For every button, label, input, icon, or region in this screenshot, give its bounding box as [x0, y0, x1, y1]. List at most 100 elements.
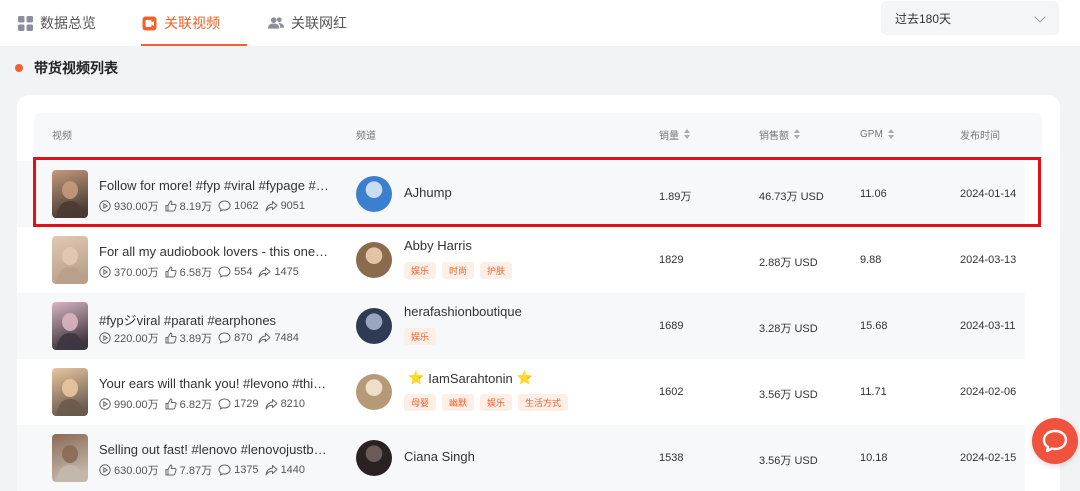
section-title-text: 带货视频列表 [34, 60, 118, 76]
tab-label: 关联网红 [291, 15, 347, 31]
video-thumbnail[interactable] [52, 236, 88, 284]
chat-icon [1042, 429, 1068, 453]
comments-stat: 1729 [218, 398, 259, 410]
sales-value: 1829 [659, 254, 684, 266]
likes-stat: 3.89万 [165, 330, 212, 346]
channel-name-text: Ciana Singh [404, 449, 475, 464]
selected-row-highlight [33, 157, 1041, 227]
table-row[interactable]: Your ears will thank you! #levono #thi… … [17, 359, 1025, 425]
category-tag: 时尚 [442, 262, 475, 279]
shares-count: 1475 [274, 266, 299, 278]
channel-name[interactable]: Abby Harris [404, 238, 472, 253]
video-title[interactable]: Selling out fast! #lenovo #lenovojustb… [99, 442, 334, 457]
likes-stat: 7.87万 [165, 462, 212, 478]
views-stat: 370.00万 [99, 264, 159, 280]
likes-count: 6.82万 [179, 399, 213, 411]
channel-tags: 娱乐 时尚 护肤 [404, 262, 518, 279]
star-icon: ⭐ [408, 370, 425, 385]
views-stat: 630.00万 [99, 462, 159, 478]
star-icon: ⭐ [516, 370, 533, 385]
comment-icon [218, 464, 231, 476]
shares-count: 7484 [274, 332, 299, 344]
table-row[interactable]: Selling out fast! #lenovo #lenovojustb… … [17, 425, 1025, 491]
period-select-value: 过去180天 [895, 11, 952, 26]
category-tag: 幽默 [442, 394, 475, 411]
video-stats: 220.00万 3.89万 870 7484 [99, 330, 305, 346]
views-count: 630.00万 [114, 465, 159, 477]
play-icon [99, 464, 111, 476]
period-select[interactable]: 过去180天 [881, 1, 1059, 35]
play-icon [99, 332, 111, 344]
date-value: 2024-03-13 [960, 254, 1017, 266]
video-title[interactable]: For all my audiobook lovers - this ones… [99, 244, 334, 259]
video-thumbnail[interactable] [52, 434, 88, 482]
table-row[interactable]: #fypジviral #parati #earphones 220.00万 3.… [17, 293, 1025, 359]
views-count: 220.00万 [114, 333, 159, 345]
shares-stat: 1440 [265, 464, 305, 476]
video-stats: 370.00万 6.58万 554 1475 [99, 264, 305, 280]
channel-avatar[interactable] [356, 242, 392, 278]
share-icon [258, 333, 271, 344]
tab-data-overview[interactable]: 数据总览 [17, 0, 96, 46]
section-title: 带货视频列表 [15, 58, 118, 78]
channel-avatar[interactable] [356, 440, 392, 476]
header-gpm-label: GPM [860, 128, 883, 140]
date-value: 2024-03-11 [960, 320, 1016, 332]
channel-name-text: Abby Harris [404, 238, 472, 253]
channel-name[interactable]: herafashionboutique [404, 304, 522, 319]
category-tag: 护肤 [480, 262, 513, 279]
channel-avatar[interactable] [356, 374, 392, 410]
likes-stat: 6.82万 [165, 396, 212, 412]
comments-stat: 870 [218, 332, 252, 344]
share-icon [258, 267, 271, 278]
comments-stat: 554 [218, 266, 252, 278]
tab-label: 关联视频 [164, 15, 220, 31]
channel-name[interactable]: ⭐ IamSarahtonin ⭐ [404, 370, 537, 386]
header-channel-label: 频道 [356, 130, 376, 142]
video-thumbnail[interactable] [52, 302, 88, 350]
video-icon [141, 15, 157, 31]
header-revenue-label: 销售额 [759, 130, 789, 142]
header-revenue[interactable]: 销售额 [759, 113, 800, 155]
video-stats: 990.00万 6.82万 1729 8210 [99, 396, 311, 412]
revenue-value: 3.56万 USD [759, 389, 818, 401]
channel-avatar[interactable] [356, 308, 392, 344]
header-date: 发布时间 [960, 113, 1000, 155]
shares-count: 8210 [280, 398, 306, 410]
comments-count: 870 [234, 332, 253, 344]
header-gpm[interactable]: GPM [860, 113, 894, 155]
video-title[interactable]: #fypジviral #parati #earphones [99, 310, 334, 329]
thumbs-up-icon [165, 398, 177, 410]
video-title[interactable]: Your ears will thank you! #levono #thi… [99, 376, 334, 391]
views-stat: 220.00万 [99, 330, 159, 346]
comments-count: 554 [234, 266, 253, 278]
channel-name-text: IamSarahtonin [428, 370, 513, 386]
thumbs-up-icon [165, 266, 177, 278]
category-tag: 母婴 [404, 394, 437, 411]
likes-count: 6.58万 [179, 267, 213, 279]
sort-icon [794, 129, 800, 139]
category-tag: 生活方式 [518, 394, 569, 411]
comments-stat: 1375 [218, 464, 259, 476]
header-channel: 频道 [356, 113, 376, 155]
comment-icon [218, 332, 231, 344]
gpm-value: 10.18 [860, 452, 888, 464]
revenue-value: 2.88万 USD [759, 257, 818, 269]
header-sales[interactable]: 销量 [659, 113, 690, 155]
category-tag: 娱乐 [480, 394, 513, 411]
channel-name[interactable]: Ciana Singh [404, 449, 475, 464]
chevron-down-icon [1034, 11, 1046, 23]
table-row[interactable]: For all my audiobook lovers - this ones…… [17, 227, 1025, 293]
tab-related-influencers[interactable]: 关联网红 [268, 0, 347, 46]
comment-icon [218, 266, 231, 278]
likes-count: 3.89万 [179, 333, 213, 345]
header-video-label: 视频 [52, 130, 72, 142]
likes-stat: 6.58万 [165, 264, 212, 280]
chat-support-button[interactable] [1032, 418, 1078, 464]
header-video: 视频 [52, 113, 72, 155]
category-tag: 娱乐 [404, 262, 437, 279]
grid-icon [17, 15, 33, 31]
tab-related-videos[interactable]: 关联视频 [141, 0, 247, 46]
video-thumbnail[interactable] [52, 368, 88, 416]
shares-stat: 8210 [265, 398, 305, 410]
